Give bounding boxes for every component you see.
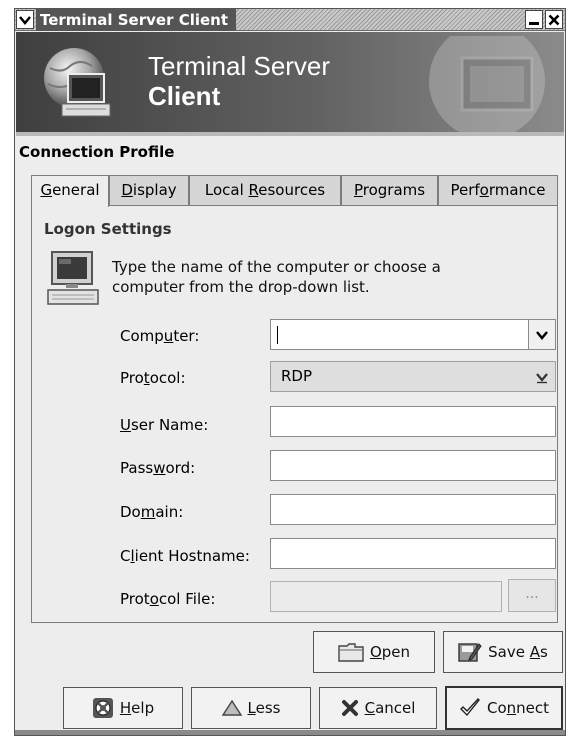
help-lifebuoy-icon: [92, 698, 113, 718]
window-menu-button[interactable]: [16, 10, 34, 29]
password-input[interactable]: [270, 450, 556, 481]
computer-icon: [47, 251, 99, 305]
globe-computer-icon: [44, 48, 111, 117]
save-as-icon: [458, 643, 482, 662]
minimize-button[interactable]: [525, 10, 543, 29]
computer-combobox[interactable]: [270, 319, 556, 350]
logon-hint-text: Type the name of the computer or choose …: [112, 258, 441, 296]
tab-performance[interactable]: Performance: [438, 175, 558, 205]
tab-general[interactable]: General: [31, 175, 109, 207]
chevron-down-icon: [19, 15, 31, 25]
save-as-button[interactable]: Save As: [443, 631, 563, 673]
open-button[interactable]: Open: [313, 631, 435, 673]
text-cursor: [277, 326, 278, 344]
protocol-dropdown-arrow[interactable]: [528, 362, 555, 391]
protocol-value: RDP: [281, 367, 313, 385]
client-hostname-label: Client Hostname:: [120, 547, 250, 565]
chevron-down-icon: [536, 330, 548, 340]
banner-title-line2: Client: [148, 81, 221, 111]
checkmark-icon: [459, 698, 480, 717]
tab-local-resources[interactable]: Local Resources: [189, 175, 341, 205]
client-hostname-input[interactable]: [270, 538, 556, 569]
computer-label: Computer:: [120, 327, 200, 345]
general-tab-panel: Logon Settings Type the name of the comp…: [31, 205, 558, 623]
password-label: Password:: [120, 459, 196, 477]
window-bottom-border: [15, 730, 565, 735]
title-bar[interactable]: Terminal Server Client: [15, 9, 565, 31]
protocol-file-label: Protocol File:: [120, 590, 216, 608]
connect-button[interactable]: Connect: [445, 686, 563, 730]
tab-programs[interactable]: Programs: [341, 175, 438, 205]
protocol-label: Protocol:: [120, 369, 186, 387]
banner-title: Terminal Server Client: [148, 51, 330, 111]
username-input[interactable]: [270, 406, 556, 437]
logon-settings-heading: Logon Settings: [44, 220, 172, 238]
help-button[interactable]: Help: [63, 687, 183, 729]
folder-icon: [338, 643, 364, 662]
minimize-icon: [529, 21, 539, 25]
domain-input[interactable]: [270, 494, 556, 525]
cancel-button[interactable]: Cancel: [319, 687, 437, 729]
window-title: Terminal Server Client: [36, 9, 237, 31]
banner: Terminal Server Client: [16, 32, 564, 132]
connection-profile-label: Connection Profile: [19, 143, 175, 161]
protocol-file-browse-button[interactable]: ...: [508, 579, 556, 612]
banner-divider: [16, 132, 564, 136]
cancel-x-icon: [341, 700, 358, 716]
terminal-server-client-window: Terminal Server Client Terminal Server C…: [14, 8, 566, 736]
chevron-down-icon: [535, 372, 548, 383]
tab-display[interactable]: Display: [109, 175, 189, 205]
protocol-file-input[interactable]: [270, 581, 502, 612]
less-button[interactable]: Less: [191, 687, 311, 729]
computer-dropdown-button[interactable]: [528, 320, 555, 349]
close-button[interactable]: [545, 10, 563, 29]
banner-watermark-globe: [429, 36, 545, 132]
protocol-select[interactable]: RDP: [270, 361, 556, 392]
banner-title-line1: Terminal Server: [148, 51, 331, 81]
username-label: User Name:: [120, 416, 209, 434]
close-icon: [548, 14, 560, 25]
domain-label: Domain:: [120, 503, 184, 521]
triangle-up-icon: [221, 699, 242, 716]
